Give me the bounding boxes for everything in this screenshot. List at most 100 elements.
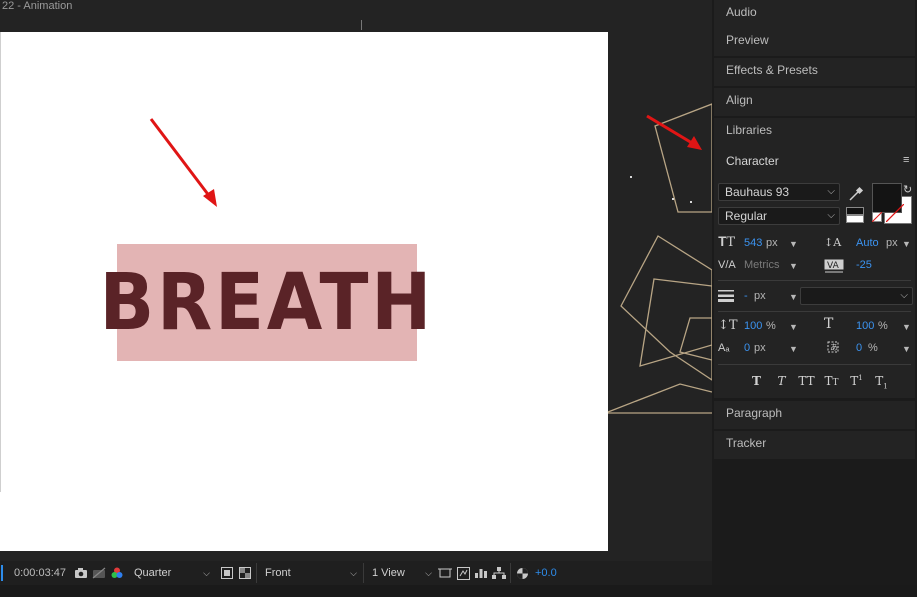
horizontal-scale-unit: % (878, 320, 888, 332)
caret-down-icon[interactable]: ▼ (902, 238, 911, 250)
region-of-interest-icon[interactable] (218, 564, 236, 582)
snapshot-camera-icon[interactable] (72, 564, 90, 582)
font-size-value[interactable]: 543 (744, 237, 762, 249)
panel-effects-presets[interactable]: Effects & Presets (714, 58, 915, 86)
all-caps-button[interactable]: TT (794, 374, 819, 390)
transparency-grid-icon[interactable] (236, 564, 254, 582)
3d-view-dropdown[interactable]: Front ⌵ (261, 564, 361, 582)
panel-paragraph-label: Paragraph (726, 406, 783, 420)
horizontal-scale-value[interactable]: 100 (856, 320, 874, 332)
view-layout-dropdown[interactable]: 1 View ⌵ (368, 564, 436, 582)
vertical-scale-value[interactable]: 100 (744, 320, 762, 332)
small-caps-button[interactable]: TT (819, 374, 844, 390)
pasteboard-dot (630, 176, 632, 178)
color-channels-icon[interactable] (108, 564, 126, 582)
no-fill-icon[interactable] (871, 211, 883, 225)
composition-tab-title[interactable]: 22 - Animation (0, 0, 72, 14)
right-panel-column: Audio Preview Effects & Presets Align Li… (712, 0, 917, 585)
stroke-style-dropdown[interactable]: ⌵ (800, 287, 913, 305)
svg-text:あ: あ (830, 343, 838, 352)
toggle-pixel-aspect-icon[interactable] (436, 564, 454, 582)
panel-preview[interactable]: Preview (714, 28, 915, 56)
caret-down-icon[interactable]: ▼ (789, 291, 798, 303)
ruler-marker (361, 20, 362, 30)
panel-audio[interactable]: Audio (714, 0, 915, 28)
leading-value[interactable]: Auto (856, 237, 879, 249)
chevron-down-icon: ⌵ (350, 567, 357, 578)
section-divider (718, 280, 911, 281)
kerning-value[interactable]: Metrics (744, 259, 779, 271)
flowchart-icon[interactable] (490, 564, 508, 582)
frame-shape-1 (654, 103, 712, 213)
faux-bold-button[interactable]: T (744, 374, 769, 390)
faux-italic-button[interactable]: T (769, 374, 794, 390)
show-snapshot-icon[interactable] (90, 564, 108, 582)
panel-preview-label: Preview (726, 33, 769, 47)
panel-align-label: Align (726, 93, 753, 107)
frame-shape-5 (607, 383, 712, 413)
resolution-dropdown[interactable]: Quarter ⌵ (130, 564, 214, 582)
stroke-width-icon (718, 290, 734, 305)
chevron-down-icon: ⌵ (900, 290, 908, 301)
pasteboard-dot (672, 198, 674, 200)
baseline-shift-icon: Aₐ (718, 342, 730, 354)
font-family-value: Bauhaus 93 (725, 185, 790, 199)
swap-colors-icon[interactable]: ↻ (903, 184, 912, 196)
text-style-buttons: T T TT TT T1 T1 (744, 374, 894, 390)
font-style-dropdown[interactable]: Regular ⌵ (718, 207, 840, 225)
chevron-down-icon: ⌵ (425, 567, 432, 578)
tsume-value[interactable]: 0 (856, 342, 862, 354)
eyedropper-icon[interactable] (848, 186, 864, 205)
caret-down-icon[interactable]: ▼ (789, 238, 798, 250)
black-white-swatch-icon[interactable] (846, 207, 864, 226)
leading-unit: px (886, 237, 898, 249)
panel-tracker-label: Tracker (726, 436, 767, 450)
font-family-dropdown[interactable]: Bauhaus 93 ⌵ (718, 183, 840, 201)
superscript-button[interactable]: T1 (844, 374, 869, 390)
stroke-width-value[interactable]: - (744, 290, 748, 302)
caret-down-icon[interactable]: ▼ (789, 321, 798, 333)
chevron-down-icon: ⌵ (827, 186, 835, 197)
toolbar-handle (0, 561, 8, 585)
tracking-value[interactable]: -25 (856, 259, 872, 271)
caret-down-icon[interactable]: ▼ (789, 260, 798, 272)
text-layer-box[interactable]: BREATH (100, 244, 431, 361)
annotation-arrowhead-2 (687, 136, 702, 150)
panel-libraries[interactable]: Libraries (714, 118, 915, 146)
vertical-scale-unit: % (766, 320, 776, 332)
panel-tracker[interactable]: Tracker (714, 431, 915, 459)
font-size-unit: px (766, 237, 778, 249)
caret-down-icon[interactable]: ▼ (902, 321, 911, 333)
panel-character: Character ≡ Bauhaus 93 ⌵ Regular ⌵ ↻ 𝐓T … (714, 146, 915, 398)
panel-align[interactable]: Align (714, 88, 915, 116)
frame-shape-2 (620, 235, 712, 381)
toolbar-divider (256, 563, 257, 583)
tsume-unit: % (868, 342, 878, 354)
no-stroke-icon[interactable] (885, 203, 905, 225)
section-divider (718, 311, 911, 312)
current-time-display[interactable]: 0:00:03:47 (8, 561, 72, 585)
character-panel-header[interactable]: Character ≡ (714, 146, 915, 174)
tracking-icon: VA (824, 259, 844, 276)
panel-paragraph[interactable]: Paragraph (714, 401, 915, 429)
horizontal-scale-icon: T (824, 316, 834, 332)
caret-down-icon[interactable]: ▼ (789, 343, 798, 355)
font-size-icon: 𝐓T (718, 235, 736, 250)
panel-libraries-label: Libraries (726, 123, 773, 137)
reset-exposure-icon[interactable] (513, 564, 531, 582)
resolution-value: Quarter (134, 567, 172, 579)
panel-menu-icon[interactable]: ≡ (903, 155, 911, 166)
canvas-edge (0, 32, 1, 492)
subscript-button[interactable]: T1 (869, 374, 894, 390)
toolbar-divider (363, 563, 364, 583)
caret-down-icon[interactable]: ▼ (902, 343, 911, 355)
timeline-icon[interactable] (472, 564, 490, 582)
exposure-value[interactable]: +0.0 (531, 561, 557, 585)
composition-viewer: 22 - Animation BREATH 0:00:03:47 Quarter… (0, 0, 712, 597)
annotation-arrow-2 (646, 114, 693, 145)
font-style-value: Regular (725, 209, 768, 223)
fast-previews-icon[interactable] (454, 564, 472, 582)
baseline-shift-value[interactable]: 0 (744, 342, 750, 354)
panel-audio-label: Audio (726, 5, 757, 19)
text-layer-breath[interactable]: BREATH (100, 264, 435, 342)
